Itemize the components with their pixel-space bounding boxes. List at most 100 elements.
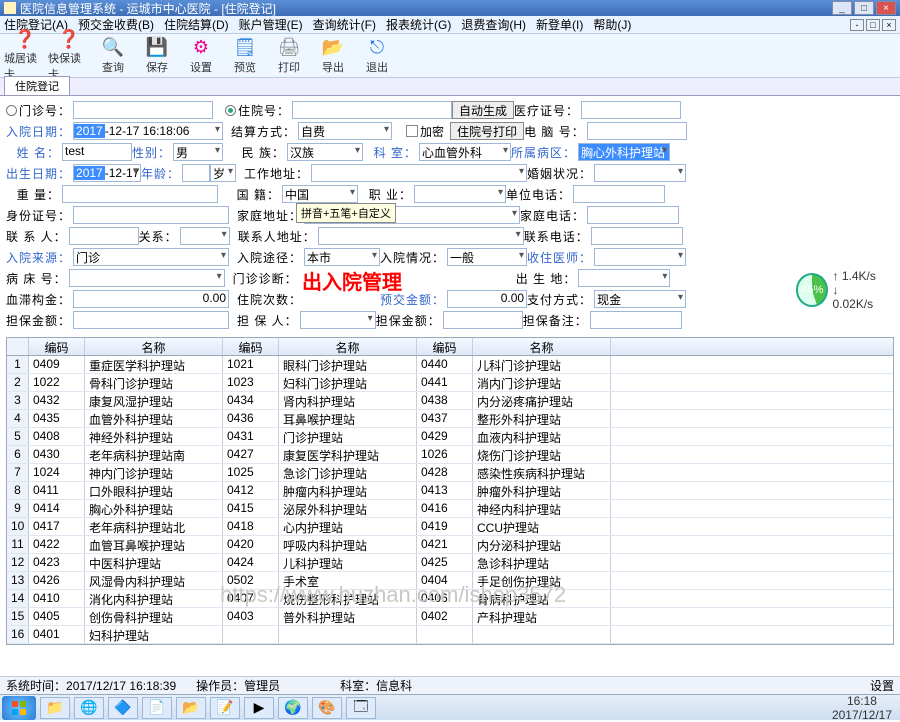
unitphone-input[interactable]: [573, 185, 665, 203]
menu-item[interactable]: 报表统计(G): [386, 16, 451, 33]
network-gauge-widget[interactable]: 45% ↑ 1.4K/s ↓ 0.02K/s: [796, 272, 880, 308]
birthplace-select[interactable]: [578, 269, 670, 287]
menu-item[interactable]: 账户管理(E): [239, 16, 303, 33]
table-row[interactable]: 100417老年病科护理站北0418心内护理站0419CCU护理站: [7, 518, 893, 536]
table-row[interactable]: 10409重症医学科护理站1021眼科门诊护理站0440儿科门诊护理站: [7, 356, 893, 374]
table-row[interactable]: 150405创伤骨科护理站0403普外科护理站0402产科护理站: [7, 608, 893, 626]
admit-date-input[interactable]: 2017-12-17 16:18:06: [73, 122, 223, 140]
taskbar-icon[interactable]: 🌐: [74, 697, 104, 719]
table-row[interactable]: 71024神内门诊护理站1025急诊门诊护理站0428感染性疾病科护理站: [7, 464, 893, 482]
auto-gen-button[interactable]: 自动生成: [452, 101, 514, 119]
table-row[interactable]: 90414胸心外科护理站0415泌尿外科护理站0416神经内科护理站: [7, 500, 893, 518]
toolbar-设置[interactable]: ⚙设置: [180, 36, 222, 76]
taskbar-icon[interactable]: 🌍: [278, 697, 308, 719]
age-input[interactable]: [182, 164, 210, 182]
tab-admission[interactable]: 住院登记: [4, 76, 70, 95]
guaranteenote-input[interactable]: [590, 311, 682, 329]
table-row[interactable]: 60430老年病科护理站南0427康复医学科护理站1026烧伤门诊护理站: [7, 446, 893, 464]
taskbar-icon[interactable]: 📂: [176, 697, 206, 719]
radio-inpatient[interactable]: [225, 105, 236, 116]
toolbar-保存[interactable]: 💾保存: [136, 36, 178, 76]
taskbar-icon[interactable]: 📝: [210, 697, 240, 719]
cell-code: 0425: [417, 554, 473, 571]
recvdr-select[interactable]: [594, 248, 686, 266]
table-row[interactable]: 110422血管耳鼻喉护理站0420呼吸内科护理站0421内分泌科护理站: [7, 536, 893, 554]
taskbar-icon[interactable]: 📄: [142, 697, 172, 719]
admitpath-select[interactable]: 本市: [304, 248, 380, 266]
minimize-button[interactable]: _: [832, 1, 852, 15]
table-row[interactable]: 120423中医科护理站0424儿科护理站0425急诊科护理站: [7, 554, 893, 572]
marriage-select[interactable]: [594, 164, 686, 182]
guaranteeamt-input[interactable]: [443, 311, 523, 329]
age-unit-select[interactable]: 岁: [210, 164, 236, 182]
toolbar-打印[interactable]: 🖨打印: [268, 36, 310, 76]
system-tray[interactable]: 16:18 2017/12/17: [826, 694, 898, 722]
workaddr-select[interactable]: [311, 164, 527, 182]
taskbar-icon[interactable]: ▶: [244, 697, 274, 719]
table-row[interactable]: 130426风湿骨内科护理站0502手术室0404手足创伤护理站: [7, 572, 893, 590]
mdi-close-button[interactable]: ×: [882, 19, 896, 31]
guarantor-select[interactable]: [300, 311, 376, 329]
country-select[interactable]: 中国: [282, 185, 358, 203]
dept-select[interactable]: 心血管外科: [419, 143, 511, 161]
close-button[interactable]: ×: [876, 1, 896, 15]
radio-outpatient[interactable]: [6, 105, 17, 116]
maximize-button[interactable]: □: [854, 1, 874, 15]
toolbar-查询[interactable]: 🔍查询: [92, 36, 134, 76]
mdi-minimize-button[interactable]: -: [850, 19, 864, 31]
table-row[interactable]: 50408神经外科护理站0431门诊护理站0429血液内科护理站: [7, 428, 893, 446]
guarantor-label: 担 保 人：: [237, 312, 298, 329]
prepay-input[interactable]: 0.00: [447, 290, 527, 308]
menu-item[interactable]: 查询统计(F): [313, 16, 376, 33]
taskbar-icon[interactable]: 🔷: [108, 697, 138, 719]
gender-select[interactable]: 男: [173, 143, 223, 161]
settle-select[interactable]: 自费: [298, 122, 392, 140]
toolbar-快保读卡[interactable]: ❓快保读卡: [48, 36, 90, 76]
start-button[interactable]: [2, 696, 36, 720]
contactaddr-select[interactable]: [318, 227, 524, 245]
taskbar-icon[interactable]: 🎨: [312, 697, 342, 719]
table-row[interactable]: 30432康复风湿护理站0434肾内科护理站0438内分泌疼痛护理站: [7, 392, 893, 410]
toolbar-退出[interactable]: ⎋退出: [356, 36, 398, 76]
taskbar-icon[interactable]: 📁: [40, 697, 70, 719]
ward-select[interactable]: 胸心外科护理站: [578, 143, 670, 161]
table-row[interactable]: 40435血管外科护理站0436耳鼻喉护理站0437整形外科护理站: [7, 410, 893, 428]
inpatient-no-input[interactable]: [292, 101, 452, 119]
nation-select[interactable]: 汉族: [287, 143, 363, 161]
paymode-select[interactable]: 现金: [594, 290, 686, 308]
contact-input[interactable]: [69, 227, 139, 245]
admitfrom-select[interactable]: 门诊: [73, 248, 229, 266]
job-select[interactable]: [414, 185, 506, 203]
medcert-input[interactable]: [581, 101, 681, 119]
menu-item[interactable]: 帮助(J): [593, 16, 631, 33]
birth-input[interactable]: 2017-12-17: [73, 164, 141, 182]
guarantee-input[interactable]: [73, 311, 229, 329]
phone-input[interactable]: [587, 122, 687, 140]
toolbar-导出[interactable]: 📂导出: [312, 36, 354, 76]
table-row[interactable]: 140410消化内科护理站0407烧伤整形科护理站0406骨病科护理站: [7, 590, 893, 608]
toolbar-城居读卡[interactable]: ❓城居读卡: [4, 36, 46, 76]
contactphone-input[interactable]: [591, 227, 683, 245]
taskbar-icon[interactable]: 🗔: [346, 697, 376, 719]
name-input[interactable]: test: [62, 143, 132, 161]
admitcond-select[interactable]: 一般: [447, 248, 527, 266]
status-settings[interactable]: 设置: [870, 677, 894, 694]
table-row[interactable]: 21022骨科门诊护理站1023妇科门诊护理站0441消内门诊护理站: [7, 374, 893, 392]
menu-item[interactable]: 新登单(I): [536, 16, 583, 33]
menu-item[interactable]: 住院结算(D): [164, 16, 229, 33]
outpatient-no-input[interactable]: [73, 101, 213, 119]
menu-item[interactable]: 预交金收费(B): [78, 16, 154, 33]
relation-select[interactable]: [180, 227, 230, 245]
homephone-input[interactable]: [587, 206, 679, 224]
toolbar-预览[interactable]: 🗒预览: [224, 36, 266, 76]
table-row[interactable]: 80411口外眼科护理站0412肿瘤内科护理站0413肿瘤外科护理站: [7, 482, 893, 500]
encrypt-checkbox[interactable]: [406, 125, 418, 137]
print-inpno-button[interactable]: 住院号打印: [450, 122, 524, 140]
mdi-maximize-button[interactable]: □: [866, 19, 880, 31]
weight-input[interactable]: [62, 185, 218, 203]
table-row[interactable]: 160401妇科护理站: [7, 626, 893, 644]
bed-select[interactable]: [69, 269, 225, 287]
idcard-input[interactable]: [73, 206, 229, 224]
bloodcard-input[interactable]: 0.00: [73, 290, 229, 308]
menu-item[interactable]: 退费查询(H): [461, 16, 526, 33]
